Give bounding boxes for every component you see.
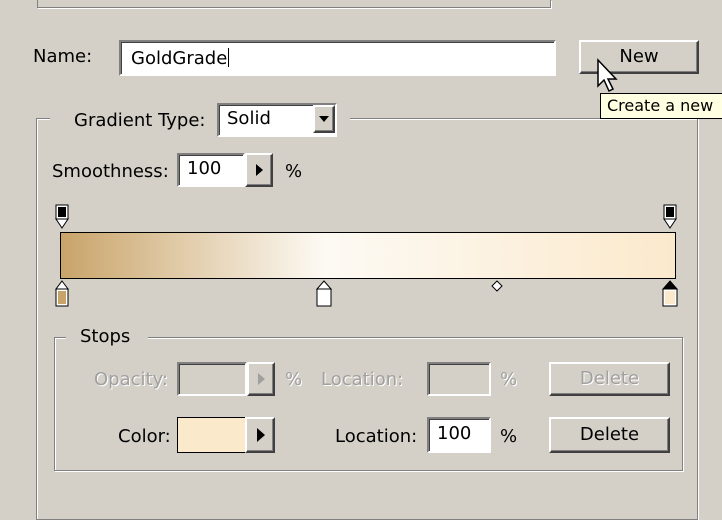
color-swatch[interactable]: [177, 417, 247, 453]
mouse-cursor-icon: [597, 58, 618, 93]
triangle-right-icon: [256, 164, 263, 176]
name-label: Name:: [33, 46, 93, 67]
color-delete-button[interactable]: Delete: [549, 417, 670, 453]
smoothness-unit: %: [285, 161, 303, 182]
smoothness-label: Smoothness:: [52, 161, 169, 182]
text-caret: [228, 48, 230, 67]
triangle-right-icon: [257, 428, 265, 442]
opacity-delete-label: Delete: [579, 368, 640, 389]
new-button-tooltip: Create a new: [600, 93, 722, 119]
new-button-label: New: [619, 46, 659, 67]
opacity-stop-right[interactable]: [663, 204, 677, 232]
name-input-value: GoldGrade: [131, 48, 228, 69]
color-menu-button[interactable]: [245, 417, 275, 453]
stops-legend: Stops: [80, 326, 131, 347]
color-location-input[interactable]: 100: [427, 417, 491, 453]
color-delete-label: Delete: [579, 424, 640, 445]
opacity-slider-button: [247, 362, 275, 396]
smoothness-input[interactable]: 100: [177, 153, 245, 187]
midpoint-diamond[interactable]: [491, 280, 503, 292]
color-location-value: 100: [437, 423, 472, 444]
tooltip-text: Create a new: [607, 96, 714, 115]
gradient-type-select[interactable]: Solid: [217, 103, 337, 137]
triangle-right-icon: [258, 373, 265, 385]
smoothness-value: 100: [187, 158, 222, 179]
opacity-label: Opacity:: [94, 369, 168, 390]
name-input[interactable]: GoldGrade: [119, 40, 556, 76]
color-location-unit: %: [500, 426, 518, 447]
opacity-location-input: [427, 362, 491, 396]
opacity-location-label: Location:: [321, 369, 404, 390]
opacity-stop-left[interactable]: [55, 204, 69, 232]
color-label: Color:: [118, 426, 171, 447]
gradient-type-value: Solid: [227, 108, 271, 129]
color-location-label: Location:: [335, 426, 418, 447]
opacity-delete-button: Delete: [549, 362, 670, 396]
color-stop-left[interactable]: [55, 280, 69, 308]
top-frame-edge: [37, 0, 551, 8]
opacity-unit: %: [285, 369, 303, 390]
smoothness-slider-button[interactable]: [245, 153, 273, 187]
color-stop-right-selected[interactable]: [662, 280, 678, 308]
opacity-input: [177, 362, 247, 396]
dropdown-button[interactable]: [313, 105, 335, 133]
gradient-type-label: Gradient Type:: [74, 110, 206, 131]
color-stop-middle[interactable]: [316, 280, 332, 308]
chevron-down-icon: [319, 116, 329, 122]
opacity-location-unit: %: [500, 369, 518, 390]
gradient-preview-bar[interactable]: [60, 232, 676, 279]
